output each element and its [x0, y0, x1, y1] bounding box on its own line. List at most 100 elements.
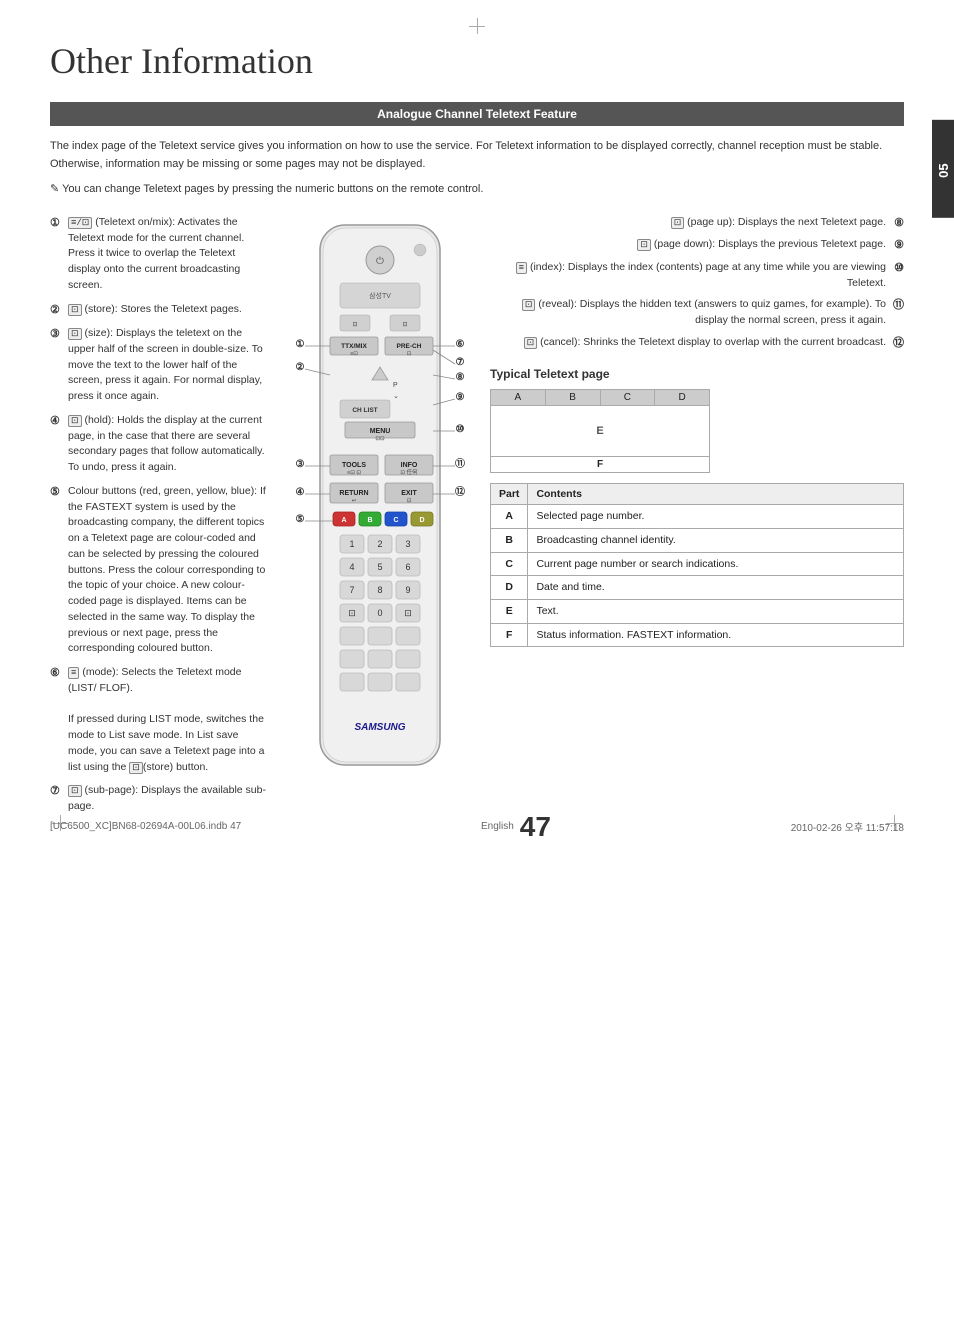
- svg-text:7: 7: [349, 585, 354, 595]
- svg-text:4: 4: [349, 562, 354, 572]
- table-cell-contents: Date and time.: [528, 576, 904, 600]
- callout-2: ②: [296, 362, 305, 373]
- intro-text: The index page of the Teletext service g…: [50, 138, 904, 173]
- svg-text:5: 5: [377, 562, 382, 572]
- teletext-col-d: D: [655, 390, 709, 405]
- table-cell-contents: Current page number or search indication…: [528, 552, 904, 576]
- table-row: A Selected page number.: [491, 505, 904, 529]
- svg-text:9: 9: [405, 585, 410, 595]
- svg-text:⊡: ⊡: [407, 351, 412, 357]
- item-text: ⊡ (size): Displays the teletext on the u…: [68, 326, 270, 405]
- page-title: Other Information: [50, 40, 904, 82]
- footer-date: 2010-02-26 오후 11:57:18: [791, 819, 904, 834]
- item-number: ⑧: [890, 215, 904, 232]
- callout-11: ⑪: [455, 457, 465, 470]
- svg-text:3: 3: [405, 539, 410, 549]
- table-cell-part: A: [491, 505, 528, 529]
- svg-text:EXIT: EXIT: [401, 490, 417, 497]
- remote-control-column: ⏻ 삼성TV ⊡ ⊡ TTX/MIX ≡⊡ PRE-CH ⊡: [280, 215, 480, 823]
- table-row: C Current page number or search indicati…: [491, 552, 904, 576]
- item-number: ⑥: [50, 665, 64, 775]
- page-container: 05 Other Information Other Information A…: [0, 0, 954, 863]
- svg-text:⊡: ⊡: [404, 608, 412, 618]
- page-footer: [UC6500_XC]BN68-02694A-00L06.indb 47 Eng…: [0, 811, 954, 843]
- callout-1: ①: [296, 339, 305, 350]
- svg-text:2: 2: [377, 539, 382, 549]
- list-item: ⑨ ⊡ (page down): Displays the previous T…: [490, 237, 904, 254]
- svg-text:1: 1: [349, 539, 354, 549]
- item-number: ⑪: [890, 297, 904, 329]
- svg-text:SAMSUNG: SAMSUNG: [354, 722, 405, 733]
- svg-text:A: A: [341, 517, 346, 524]
- svg-text:↩: ↩: [352, 498, 357, 504]
- list-item: ⑥ ≡ (mode): Selects the Teletext mode (L…: [50, 665, 270, 775]
- svg-text:8: 8: [377, 585, 382, 595]
- table-cell-part: E: [491, 600, 528, 624]
- callout-10: ⑩: [456, 424, 465, 435]
- list-item: ⑧ ⊡ (page up): Displays the next Teletex…: [490, 215, 904, 232]
- side-tab: 05 Other Information: [932, 120, 954, 218]
- list-item: ② ⊡ (store): Stores the Teletext pages.: [50, 302, 270, 319]
- callout-5: ⑤: [296, 514, 305, 525]
- svg-text:삼성TV: 삼성TV: [369, 291, 391, 300]
- list-item: ① ≡/⊡ (Teletext on/mix): Activates the T…: [50, 215, 270, 294]
- item-text: ⊡ (reveal): Displays the hidden text (an…: [490, 297, 886, 329]
- list-item: ⑪ ⊡ (reveal): Displays the hidden text (…: [490, 297, 904, 329]
- main-content: ① ≡/⊡ (Teletext on/mix): Activates the T…: [50, 215, 904, 823]
- note-text: You can change Teletext pages by pressin…: [50, 181, 904, 199]
- svg-text:≡⊡ ⊡: ≡⊡ ⊡: [347, 470, 361, 476]
- teletext-section: Typical Teletext page A B C D E F: [490, 367, 904, 647]
- teletext-body: E: [491, 406, 709, 456]
- table-row: B Broadcasting channel identity.: [491, 528, 904, 552]
- item-number: ⑫: [890, 335, 904, 352]
- table-cell-part: B: [491, 528, 528, 552]
- callout-8: ⑧: [456, 372, 465, 383]
- svg-text:⊡: ⊡: [407, 498, 412, 504]
- teletext-top-row: A B C D: [491, 390, 709, 406]
- item-number: ⑨: [890, 237, 904, 254]
- svg-text:⏻: ⏻: [376, 256, 384, 267]
- svg-text:D: D: [419, 517, 424, 524]
- svg-text:INFO: INFO: [401, 462, 418, 469]
- svg-text:≡⊡: ≡⊡: [350, 351, 358, 357]
- footer-right: English 47: [481, 811, 551, 843]
- table-row: F Status information. FASTEXT informatio…: [491, 623, 904, 647]
- section-header: Analogue Channel Teletext Feature: [50, 102, 904, 126]
- callout-4: ④: [296, 487, 305, 498]
- list-item: ③ ⊡ (size): Displays the teletext on the…: [50, 326, 270, 405]
- item-number: ③: [50, 326, 64, 405]
- list-item: ⑤ Colour buttons (red, green, yellow, bl…: [50, 484, 270, 657]
- table-cell-contents: Selected page number.: [528, 505, 904, 529]
- svg-text:RETURN: RETURN: [339, 490, 368, 497]
- svg-text:6: 6: [405, 562, 410, 572]
- teletext-footer: F: [491, 456, 709, 472]
- teletext-col-a: A: [491, 390, 546, 405]
- item-text: ⊡ (store): Stores the Teletext pages.: [68, 302, 270, 319]
- callout-7: ⑦: [456, 357, 465, 368]
- list-item: ④ ⊡ (hold): Holds the display at the cur…: [50, 413, 270, 476]
- svg-text:TOOLS: TOOLS: [342, 462, 366, 469]
- table-cell-part: F: [491, 623, 528, 647]
- item-text: ≡/⊡ (Teletext on/mix): Activates the Tel…: [68, 215, 270, 294]
- teletext-title: Typical Teletext page: [490, 367, 904, 381]
- teletext-diagram: A B C D E F: [490, 389, 710, 473]
- item-text: Colour buttons (red, green, yellow, blue…: [68, 484, 270, 657]
- svg-text:⊡: ⊡: [348, 608, 356, 618]
- table-cell-part: C: [491, 552, 528, 576]
- footer-page-number: 47: [520, 811, 551, 843]
- item-text: ⊡ (page down): Displays the previous Tel…: [490, 237, 886, 254]
- callout-12: ⑫: [455, 485, 465, 498]
- callout-3: ③: [296, 459, 305, 470]
- svg-text:CH LIST: CH LIST: [352, 407, 377, 414]
- svg-text:P: P: [393, 382, 398, 389]
- info-table: Part Contents A Selected page number. B …: [490, 483, 904, 647]
- callout-6: ⑥: [456, 339, 465, 350]
- list-item: ⑫ ⊡ (cancel): Shrinks the Teletext displ…: [490, 335, 904, 352]
- item-number: ④: [50, 413, 64, 476]
- item-text: ⊡ (cancel): Shrinks the Teletext display…: [490, 335, 886, 352]
- svg-text:0: 0: [377, 608, 382, 618]
- table-cell-contents: Broadcasting channel identity.: [528, 528, 904, 552]
- table-cell-contents: Text.: [528, 600, 904, 624]
- crosshair-top: [469, 18, 485, 34]
- item-text: ≡ (index): Displays the index (contents)…: [490, 260, 886, 292]
